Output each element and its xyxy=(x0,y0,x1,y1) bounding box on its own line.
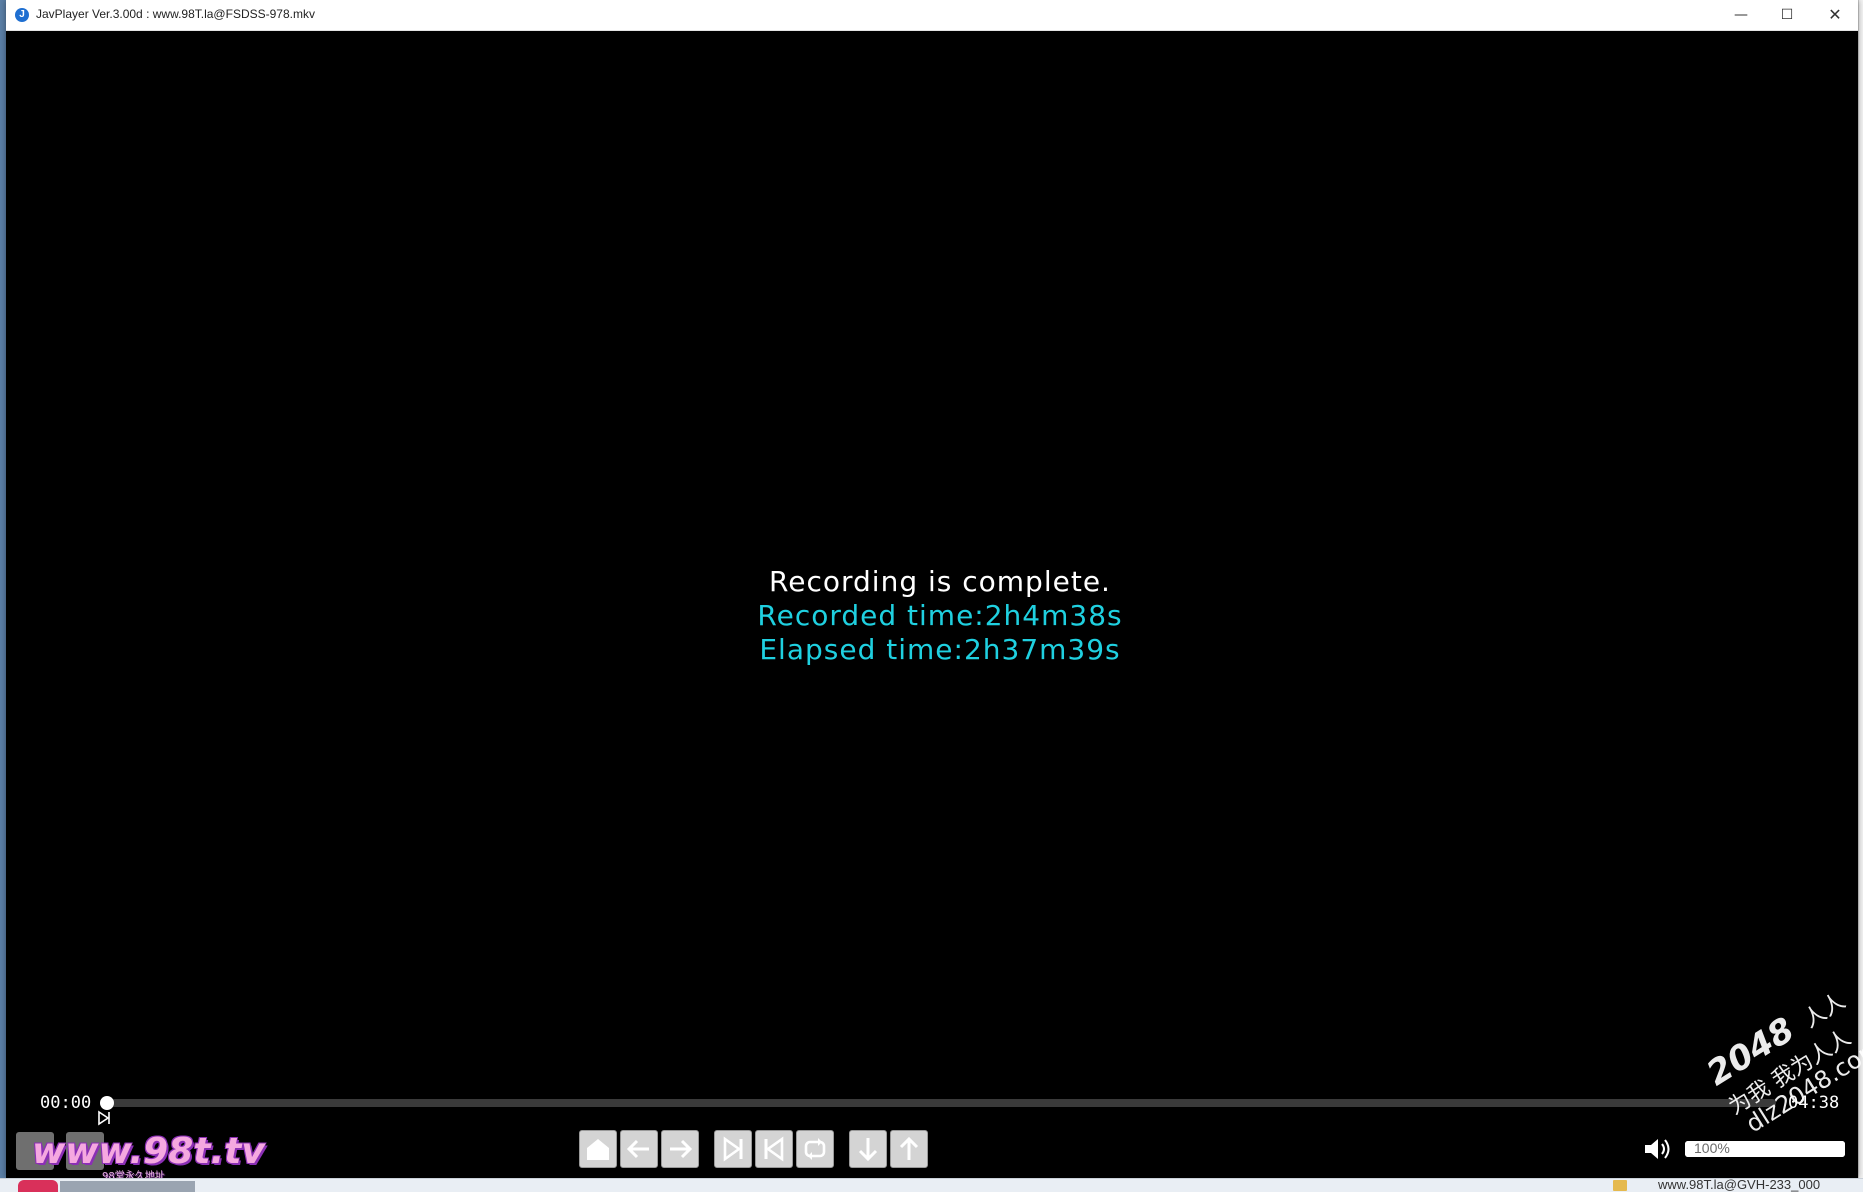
taskbar-item[interactable] xyxy=(18,1180,58,1192)
seek-thumb[interactable] xyxy=(100,1096,114,1110)
background-taskbar: www.98T.la@GVH-233_000 xyxy=(0,1178,1863,1192)
home-icon xyxy=(587,1139,609,1160)
back-button[interactable] xyxy=(620,1130,658,1168)
player-window: J JavPlayer Ver.3.00d : www.98T.la@FSDSS… xyxy=(6,0,1863,1182)
app-icon: J xyxy=(15,8,29,22)
window-title: JavPlayer Ver.3.00d : www.98T.la@FSDSS-9… xyxy=(36,7,315,21)
skip-previous-button[interactable] xyxy=(755,1130,793,1168)
position-marker-icon xyxy=(98,1110,110,1126)
close-button[interactable]: ✕ xyxy=(1812,0,1858,30)
home-button[interactable] xyxy=(579,1130,617,1168)
video-area[interactable]: Recording is complete. Recorded time:2h4… xyxy=(6,31,1858,1178)
repeat-button[interactable] xyxy=(796,1130,834,1168)
recorded-time: Recorded time:2h4m38s xyxy=(757,599,1123,632)
background-file-label[interactable]: www.98T.la@GVH-233_000 xyxy=(1658,1179,1820,1192)
taskbar-item[interactable] xyxy=(60,1181,195,1192)
seek-bar[interactable] xyxy=(106,1099,1776,1107)
minimize-button[interactable]: — xyxy=(1718,0,1764,30)
title-bar[interactable]: J JavPlayer Ver.3.00d : www.98T.la@FSDSS… xyxy=(6,0,1858,31)
current-time: 00:00 xyxy=(40,1093,92,1113)
file-icon xyxy=(1613,1180,1627,1191)
down-button[interactable] xyxy=(849,1130,887,1168)
volume-label: 100% xyxy=(1694,1140,1730,1156)
arrow-left-icon xyxy=(626,1139,649,1159)
skip-next-icon xyxy=(723,1136,743,1162)
forward-button[interactable] xyxy=(661,1130,699,1168)
skip-next-button[interactable] xyxy=(714,1130,752,1168)
up-button[interactable] xyxy=(890,1130,928,1168)
status-title: Recording is complete. xyxy=(769,565,1111,598)
arrow-up-icon xyxy=(899,1136,919,1160)
arrow-down-icon xyxy=(858,1138,878,1162)
elapsed-time: Elapsed time:2h37m39s xyxy=(759,633,1121,666)
repeat-icon xyxy=(804,1138,826,1160)
skip-previous-icon xyxy=(764,1136,784,1162)
speaker-icon[interactable] xyxy=(1642,1134,1672,1164)
arrow-right-icon xyxy=(670,1139,693,1159)
watermark-logo: www.98t.tv xyxy=(32,1131,265,1172)
maximize-button[interactable]: ☐ xyxy=(1764,0,1810,30)
recording-status: Recording is complete. Recorded time:2h4… xyxy=(6,565,1863,667)
